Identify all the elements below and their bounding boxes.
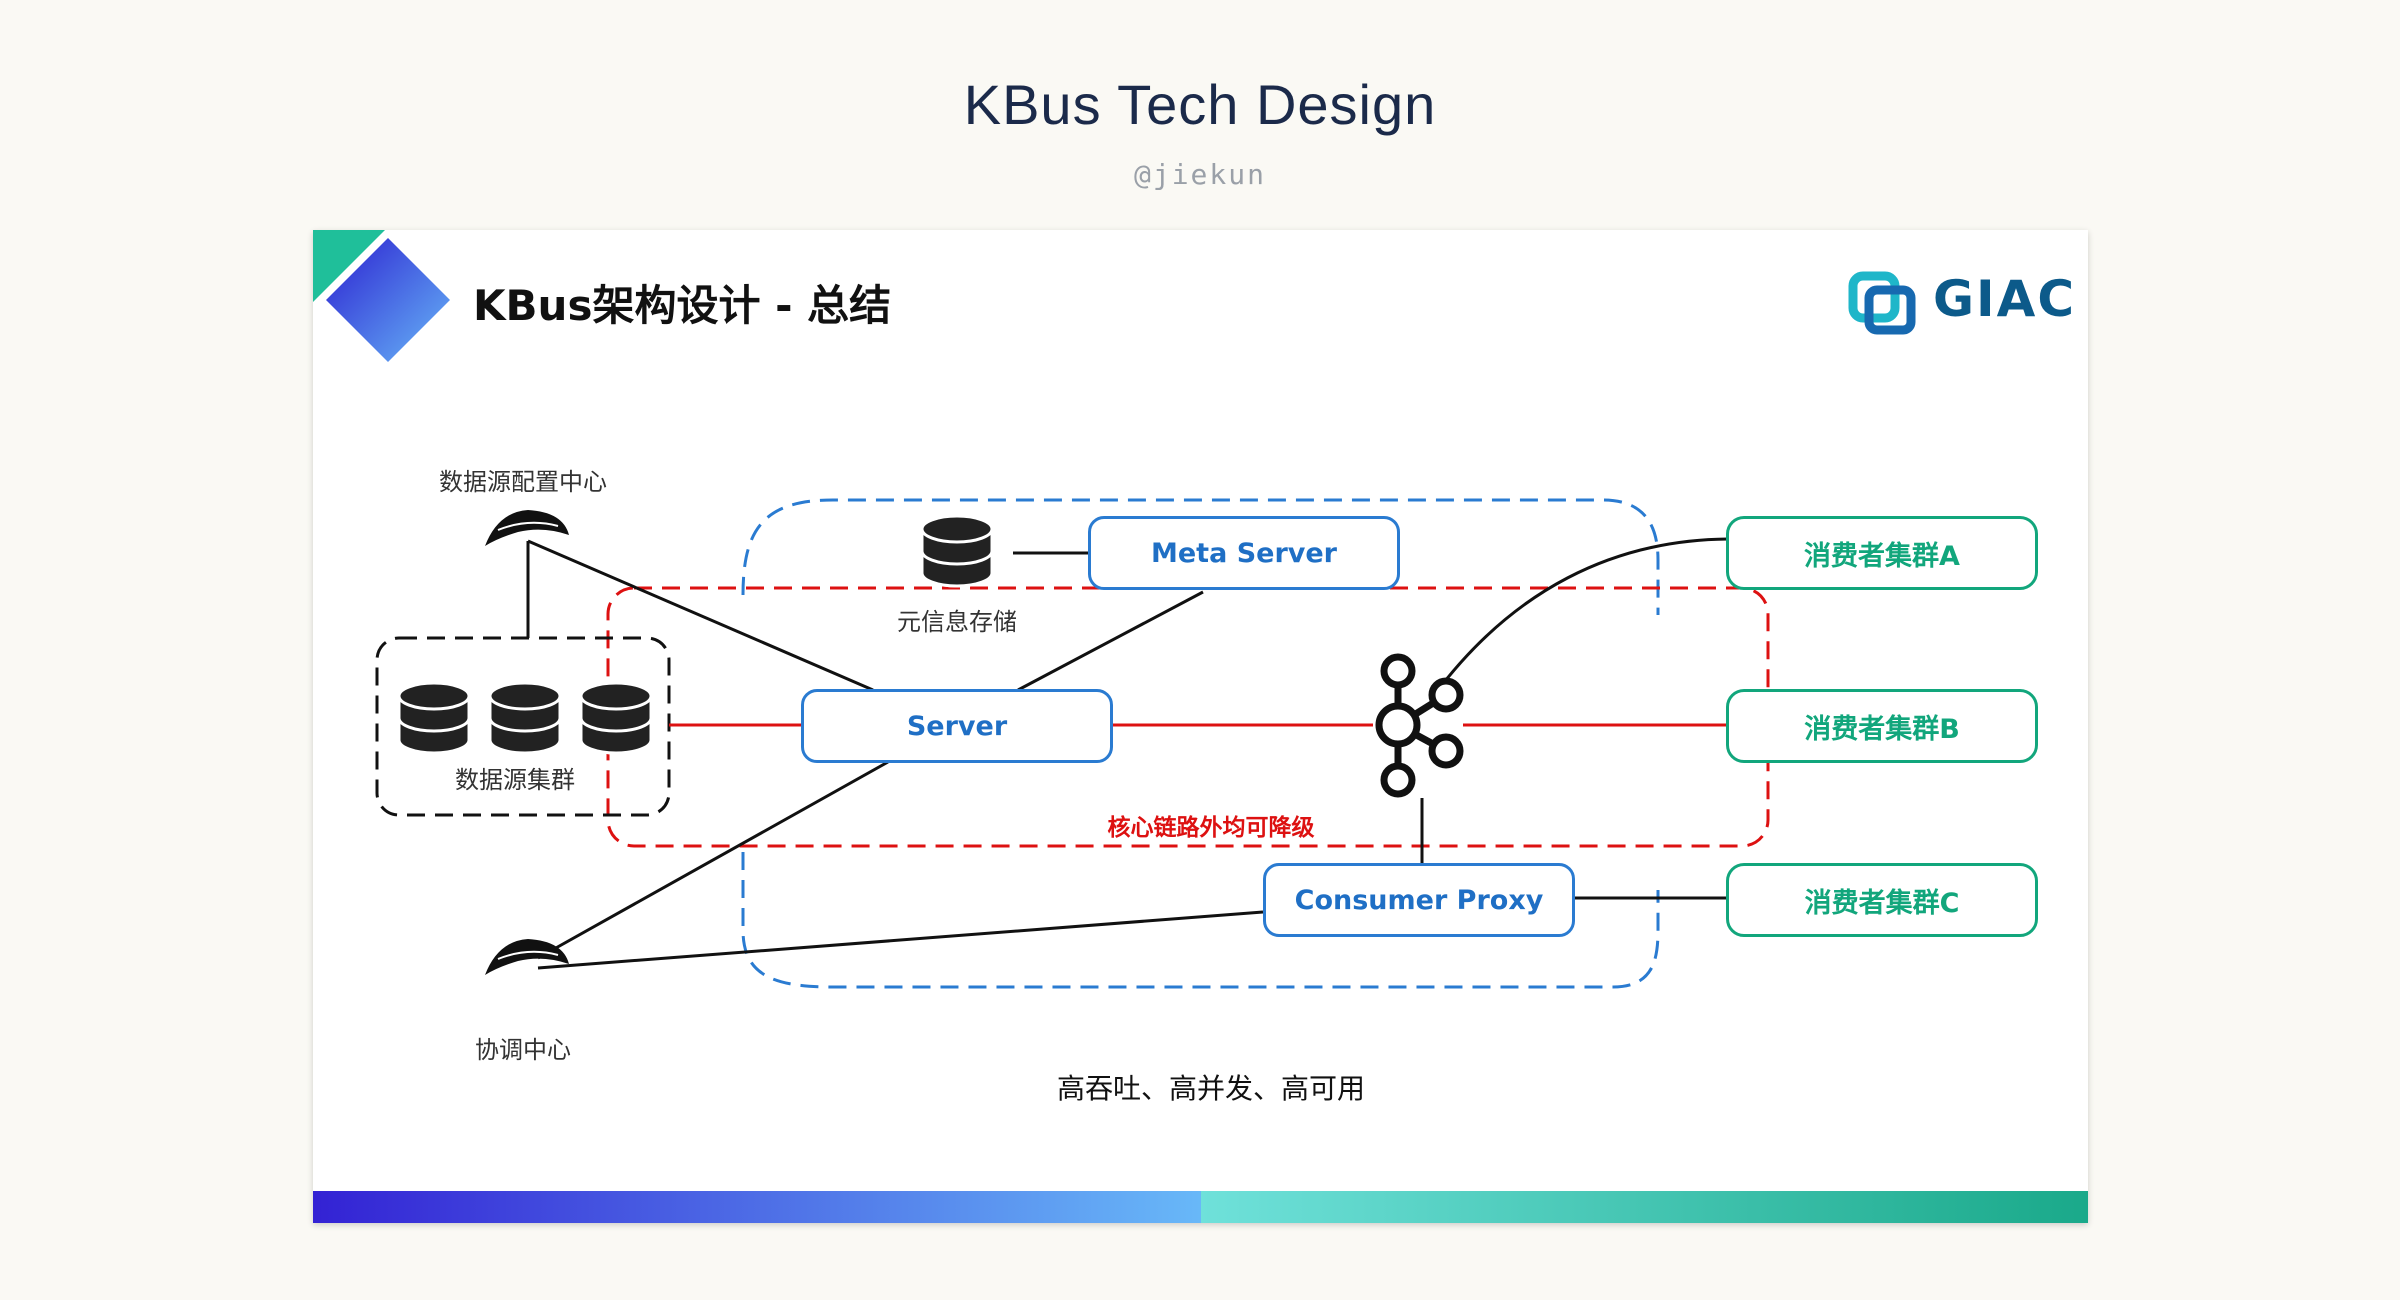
consumer-proxy-node: Consumer Proxy bbox=[1263, 863, 1575, 937]
consumer-cluster-b: 消费者集群B bbox=[1726, 689, 2038, 763]
server-node: Server bbox=[801, 689, 1113, 763]
summary-note: 高吞吐、高并发、高可用 bbox=[1056, 1072, 1366, 1105]
coordinator-label: 协调中心 bbox=[475, 1036, 571, 1064]
page-author: @jiekun bbox=[1133, 158, 1266, 191]
database-icon bbox=[488, 681, 562, 755]
slide-title: KBus架构设计 - 总结 bbox=[473, 281, 892, 330]
database-icon bbox=[397, 681, 471, 755]
meta-storage-label: 元信息存储 bbox=[897, 608, 1017, 636]
meta-server-node: Meta Server bbox=[1088, 516, 1400, 590]
slide: KBus架构设计 - 总结 GIAC 数据源配置中心 元信息存储 数据源集群 协… bbox=[313, 230, 2088, 1223]
consumer-cluster-a: 消费者集群A bbox=[1726, 516, 2038, 590]
giac-logo-text: GIAC bbox=[1933, 270, 2077, 328]
degrade-note: 核心链路外均可降级 bbox=[1107, 815, 1315, 841]
page-title: KBus Tech Design bbox=[963, 73, 1437, 136]
zookeeper-icon bbox=[485, 939, 569, 975]
database-icon bbox=[579, 681, 653, 755]
database-icon bbox=[920, 514, 994, 588]
footer-bar-right bbox=[1201, 1191, 2088, 1223]
consumer-cluster-c: 消费者集群C bbox=[1726, 863, 2038, 937]
header-decoration-icon bbox=[313, 230, 450, 362]
datasource-cluster-label: 数据源集群 bbox=[455, 766, 575, 794]
giac-logo-icon bbox=[1848, 271, 1916, 335]
zookeeper-icon bbox=[485, 510, 569, 546]
datasource-config-label: 数据源配置中心 bbox=[439, 468, 607, 496]
footer-bar-left bbox=[313, 1191, 1201, 1223]
